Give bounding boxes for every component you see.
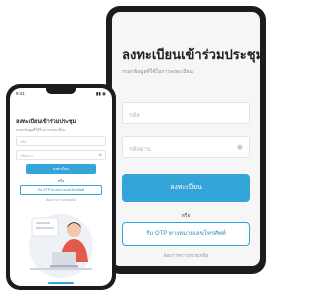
status-time: 9:41 xyxy=(16,91,25,96)
eye-icon[interactable]: ◉ xyxy=(237,143,243,151)
register-button[interactable]: ลงทะเบียน xyxy=(122,174,250,202)
phone-password-input-placeholder: รหัสผ่าน xyxy=(20,154,33,158)
code-input-placeholder: รหัส xyxy=(129,113,140,119)
phone-status-bar: 9:41 ▮▮ ◉ xyxy=(16,91,106,98)
phone-register-button[interactable]: ลงทะเบียน xyxy=(26,164,96,174)
phone-help-link[interactable]: ต้องการความช่วยเหลือ xyxy=(10,198,112,203)
status-icons: ▮▮ ◉ xyxy=(95,91,106,96)
person-with-laptop-illustration xyxy=(29,214,93,278)
page-subtitle: กรอกข้อมูลที่ใช้ในการลงทะเบียน xyxy=(122,69,193,75)
password-input-placeholder: รหัสผ่าน xyxy=(129,147,151,153)
phone-screen: 9:41 ▮▮ ◉ ลงทะเบียนเข้าร่วมประชุม กรอกข้… xyxy=(10,88,112,286)
phone-page-subtitle: กรอกข้อมูลที่ใช้ในการลงทะเบียน xyxy=(16,128,66,132)
tablet-device-frame: ลงทะเบียนเข้าร่วมประชุม กรอกข้อมูลที่ใช้… xyxy=(106,6,266,274)
phone-device-frame: 9:41 ▮▮ ◉ ลงทะเบียนเข้าร่วมประชุม กรอกข้… xyxy=(6,84,116,290)
help-link[interactable]: ต้องการความช่วยเหลือ xyxy=(112,252,260,259)
phone-or-divider-label: หรือ xyxy=(57,179,65,183)
password-input[interactable]: รหัสผ่าน ◉ xyxy=(122,136,250,158)
otp-button[interactable]: รับ OTP ทางหมายเลขโทรศัพท์ xyxy=(122,222,250,246)
or-divider-label: หรือ xyxy=(181,213,191,219)
phone-password-input[interactable]: รหัสผ่าน ◉ xyxy=(16,150,106,160)
tablet-screen: ลงทะเบียนเข้าร่วมประชุม กรอกข้อมูลที่ใช้… xyxy=(112,12,260,266)
code-input[interactable]: รหัส xyxy=(122,102,250,124)
phone-page-title: ลงทะเบียนเข้าร่วมประชุม xyxy=(16,119,77,125)
phone-home-indicator xyxy=(48,282,74,284)
eye-icon[interactable]: ◉ xyxy=(99,152,103,157)
phone-otp-button[interactable]: รับ OTP ทางหมายเลขโทรศัพท์ xyxy=(20,185,102,195)
phone-code-input-placeholder: รหัส xyxy=(20,140,27,144)
page-title: ลงทะเบียนเข้าร่วมประชุม xyxy=(122,48,260,63)
phone-code-input[interactable]: รหัส xyxy=(16,136,106,146)
